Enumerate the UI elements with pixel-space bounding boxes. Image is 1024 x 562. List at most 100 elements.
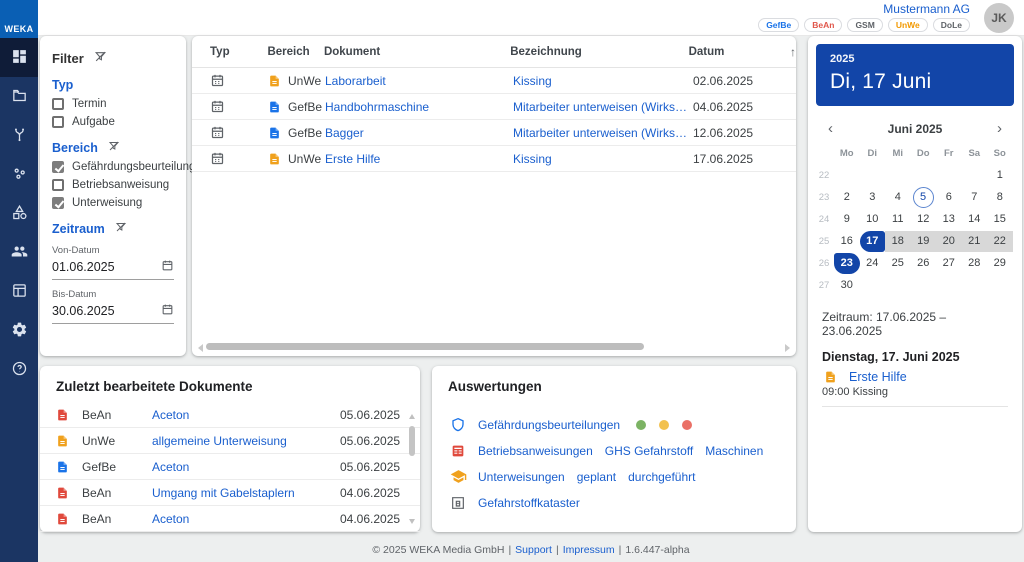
calendar-day[interactable]: 27 bbox=[936, 253, 962, 274]
scroll-up-icon[interactable] bbox=[409, 414, 415, 419]
recent-row[interactable]: BeAn Aceton 04.06.2025 bbox=[40, 506, 420, 532]
filter-clear-icon[interactable] bbox=[108, 140, 120, 155]
calendar-day[interactable]: 12 bbox=[911, 209, 937, 230]
status-dot-red[interactable] bbox=[682, 419, 693, 430]
calendar-day[interactable]: 10 bbox=[860, 209, 886, 230]
header-typ[interactable]: Typ bbox=[210, 46, 267, 58]
recent-row[interactable]: GefBe Aceton 05.06.2025 bbox=[40, 454, 420, 480]
status-dot-green[interactable] bbox=[636, 419, 647, 430]
gefahrstoffkataster-link[interactable]: Gefahrstoffkataster bbox=[478, 496, 580, 510]
calendar-day[interactable]: 5 bbox=[912, 186, 934, 208]
dokument-link[interactable]: Laborarbeit bbox=[325, 74, 513, 88]
bis-datum-input[interactable]: 30.06.2025 bbox=[52, 300, 174, 324]
recent-doc-link[interactable]: allgemeine Unterweisung bbox=[152, 434, 340, 448]
dokument-link[interactable]: Erste Hilfe bbox=[325, 152, 513, 166]
calendar-day[interactable]: 7 bbox=[962, 187, 988, 208]
scroll-left-icon[interactable] bbox=[198, 344, 203, 352]
unterweisungen-link[interactable]: Unterweisungen bbox=[478, 470, 565, 484]
checkbox-box[interactable] bbox=[52, 98, 64, 110]
calendar-day[interactable]: 16 bbox=[834, 231, 860, 252]
calendar-day[interactable]: 18 bbox=[885, 230, 911, 252]
dokument-link[interactable]: Bagger bbox=[325, 126, 513, 140]
bezeichnung-link[interactable]: Mitarbeiter unterweisen (Wirksam... bbox=[513, 100, 693, 114]
scrollbar-thumb[interactable] bbox=[409, 426, 415, 456]
recent-row[interactable]: BeAn Aceton 05.06.2025 bbox=[40, 402, 420, 428]
recent-doc-link[interactable]: Aceton bbox=[152, 512, 340, 526]
scrollbar-thumb[interactable] bbox=[206, 343, 644, 350]
bezeichnung-link[interactable]: Kissing bbox=[513, 152, 693, 166]
checkbox-aufgabe[interactable]: Aufgabe bbox=[52, 116, 174, 128]
calendar-day[interactable]: 4 bbox=[885, 187, 911, 208]
weka-logo[interactable]: WEKA bbox=[0, 0, 38, 38]
calendar-day[interactable]: 13 bbox=[936, 209, 962, 230]
von-datum-input[interactable]: 01.06.2025 bbox=[52, 256, 174, 280]
badge-dole[interactable]: DoLe bbox=[932, 18, 970, 33]
calendar-day[interactable]: 20 bbox=[936, 230, 962, 252]
calendar-day[interactable]: 2 bbox=[834, 187, 860, 208]
geplant-link[interactable]: geplant bbox=[577, 470, 616, 484]
sidebar-item-dashboard[interactable] bbox=[0, 38, 38, 77]
sidebar-item-team[interactable] bbox=[0, 233, 38, 272]
calendar-day[interactable]: 3 bbox=[860, 187, 886, 208]
event-link[interactable]: Erste Hilfe bbox=[849, 370, 907, 384]
calendar-day[interactable]: 8 bbox=[987, 187, 1013, 208]
calendar-day[interactable]: 17 bbox=[859, 230, 885, 252]
checkbox-box[interactable] bbox=[52, 179, 64, 191]
recent-doc-link[interactable]: Umgang mit Gabelstaplern bbox=[152, 486, 340, 500]
sidebar-item-help[interactable] bbox=[0, 350, 38, 389]
status-dot-yellow[interactable] bbox=[659, 419, 670, 430]
next-month-icon[interactable]: › bbox=[997, 121, 1002, 136]
badge-unwe[interactable]: UnWe bbox=[887, 18, 928, 33]
calendar-day[interactable]: 30 bbox=[834, 275, 860, 296]
checkbox-box[interactable] bbox=[52, 116, 64, 128]
company-name[interactable]: Mustermann AG bbox=[883, 2, 970, 16]
calendar-day[interactable]: 14 bbox=[962, 209, 988, 230]
calendar-day[interactable]: 6 bbox=[936, 187, 962, 208]
scroll-right-icon[interactable] bbox=[785, 344, 790, 352]
calendar-day[interactable]: 28 bbox=[962, 253, 988, 274]
sidebar-item-categories[interactable] bbox=[0, 194, 38, 233]
checkbox-termin[interactable]: Termin bbox=[52, 98, 174, 110]
table-row[interactable]: GefBe Handbohrmaschine Mitarbeiter unter… bbox=[192, 94, 796, 120]
checkbox-box[interactable] bbox=[52, 161, 64, 173]
calendar-picker-icon[interactable] bbox=[161, 259, 174, 275]
table-row[interactable]: UnWe Erste Hilfe Kissing 17.06.2025 bbox=[192, 146, 796, 172]
recent-doc-link[interactable]: Aceton bbox=[152, 408, 340, 422]
calendar-day[interactable]: 21 bbox=[961, 230, 987, 252]
betriebsanweisungen-link[interactable]: Betriebsanweisungen bbox=[478, 444, 593, 458]
sidebar-item-planner[interactable] bbox=[0, 272, 38, 311]
recent-row[interactable]: BeAn Umgang mit Gabelstaplern 04.06.2025 bbox=[40, 480, 420, 506]
bezeichnung-link[interactable]: Mitarbeiter unterweisen (Wirksam... bbox=[513, 126, 693, 140]
filter-clear-icon[interactable] bbox=[94, 50, 107, 66]
header-bereich[interactable]: Bereich bbox=[267, 46, 323, 58]
sort-ascending-icon[interactable]: ↑ bbox=[790, 45, 796, 59]
recent-row[interactable]: UnWe allgemeine Unterweisung 05.06.2025 bbox=[40, 428, 420, 454]
calendar-day[interactable]: 22 bbox=[987, 230, 1013, 252]
calendar-day[interactable]: 15 bbox=[987, 209, 1013, 230]
badge-gsm[interactable]: GSM bbox=[847, 18, 883, 33]
header-dokument[interactable]: Dokument bbox=[324, 46, 510, 58]
calendar-day[interactable]: 9 bbox=[834, 209, 860, 230]
checkbox-gefaehrdungsbeurteilung[interactable]: Gefährdungsbeurteilung bbox=[52, 161, 195, 173]
sidebar-item-substances[interactable] bbox=[0, 155, 38, 194]
calendar-day[interactable]: 1 bbox=[987, 165, 1013, 186]
badge-bean[interactable]: BeAn bbox=[804, 18, 843, 33]
support-link[interactable]: Support bbox=[515, 544, 552, 556]
sidebar-item-settings[interactable] bbox=[0, 311, 38, 350]
sidebar-item-documents[interactable] bbox=[0, 77, 38, 116]
calendar-day[interactable]: 29 bbox=[987, 253, 1013, 274]
scroll-down-icon[interactable] bbox=[409, 519, 415, 524]
calendar-day[interactable]: 24 bbox=[860, 253, 886, 274]
checkbox-unterweisung[interactable]: Unterweisung bbox=[52, 197, 174, 209]
impressum-link[interactable]: Impressum bbox=[563, 544, 615, 556]
prev-month-icon[interactable]: ‹ bbox=[828, 121, 833, 136]
calendar-day[interactable]: 25 bbox=[885, 253, 911, 274]
avatar[interactable]: JK bbox=[984, 3, 1014, 33]
checkbox-betriebsanweisung[interactable]: Betriebsanweisung bbox=[52, 179, 174, 191]
calendar-day[interactable]: 19 bbox=[910, 230, 936, 252]
bezeichnung-link[interactable]: Kissing bbox=[513, 74, 693, 88]
vertical-scrollbar[interactable] bbox=[408, 414, 417, 524]
recent-doc-link[interactable]: Aceton bbox=[152, 460, 340, 474]
table-row[interactable]: GefBe Bagger Mitarbeiter unterweisen (Wi… bbox=[192, 120, 796, 146]
calendar-selected-header[interactable]: 2025 Di, 17 Juni bbox=[816, 44, 1014, 106]
